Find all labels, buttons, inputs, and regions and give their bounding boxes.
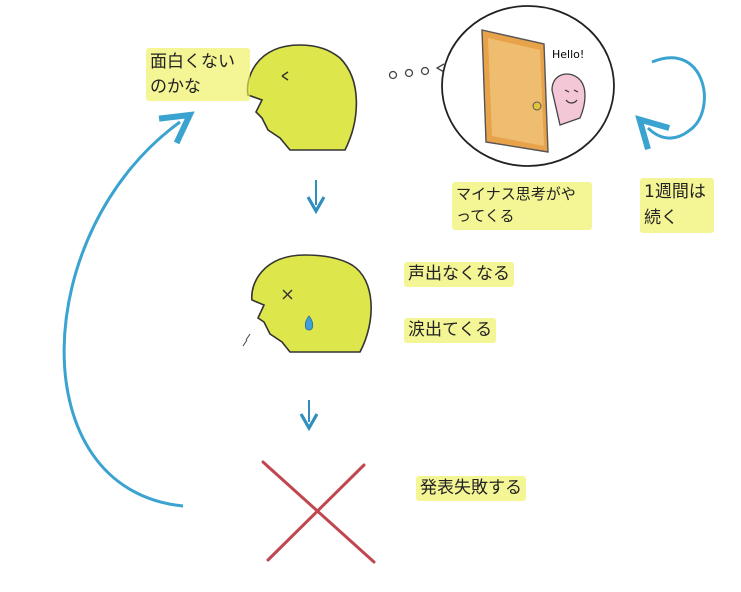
loop-arrow	[648, 56, 706, 138]
door-knob-icon	[532, 101, 542, 111]
thought-bubble: Hello!	[441, 5, 615, 167]
note-negative-thought: マイナス思考がやってくる	[452, 182, 592, 230]
fail-cross-icon	[261, 460, 376, 564]
thought-dots	[388, 63, 445, 80]
note-tears: 涙出てくる	[404, 318, 497, 344]
note-not-interesting: 面白くないのかな	[146, 48, 250, 102]
top-head	[246, 44, 358, 151]
hello-text: Hello!	[552, 48, 584, 61]
return-arrow	[62, 122, 183, 508]
middle-head	[242, 254, 372, 353]
note-one-week: 1週間は続く	[640, 178, 714, 233]
diagram-canvas: Hello!	[62, 5, 706, 564]
note-presentation-fail: 発表失敗する	[416, 476, 526, 502]
note-voice-lost: 声出なくなる	[404, 262, 514, 288]
